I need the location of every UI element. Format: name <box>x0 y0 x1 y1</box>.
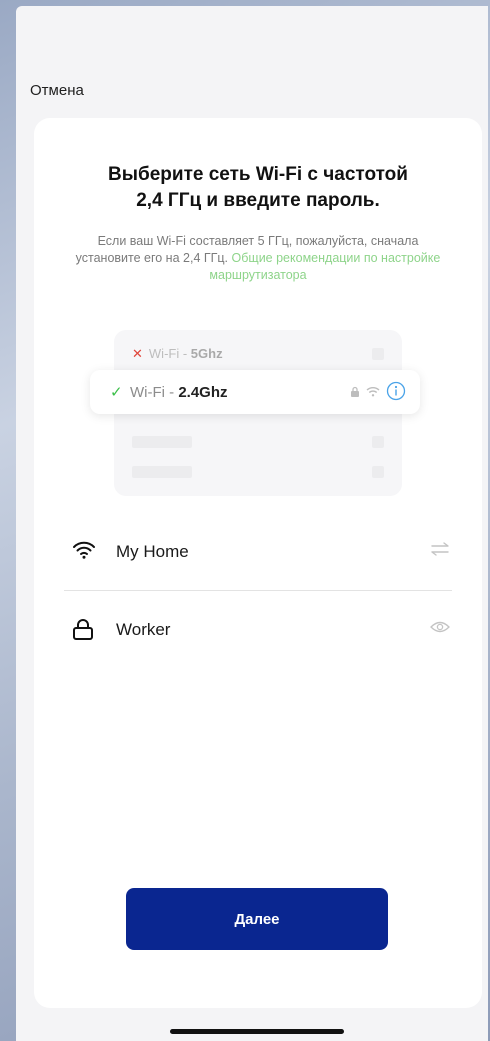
password-value: Worker <box>116 620 171 639</box>
lock-icon <box>351 386 359 397</box>
wifi-signal-icon <box>366 386 380 396</box>
switch-network-icon[interactable] <box>430 542 450 556</box>
network-24ghz-band: 2.4Ghz <box>178 384 228 401</box>
network-24ghz-example: ✓ Wi-Fi - 2.4Ghz <box>90 370 420 414</box>
instructions-text: Если ваш Wi-Fi составляет 5 ГГц, пожалуй… <box>64 233 452 284</box>
network-5ghz-prefix: Wi-Fi - <box>148 346 191 361</box>
password-field[interactable]: Worker <box>64 608 452 648</box>
placeholder-bar <box>132 436 192 448</box>
router-guide-link[interactable]: Общие рекомендации по настройке маршрути… <box>209 251 440 282</box>
checkmark-icon: ✓ <box>110 384 123 401</box>
info-icon <box>386 381 406 401</box>
network-name-field[interactable]: My Home <box>64 530 452 570</box>
placeholder-icon <box>372 348 384 360</box>
cancel-button[interactable]: Отмена <box>30 82 84 99</box>
home-indicator <box>170 1029 344 1034</box>
app-screen: Отмена Выберите сеть Wi-Fi с частотой 2,… <box>16 6 488 1041</box>
placeholder-icon <box>372 466 384 478</box>
title-line-1: Выберите сеть Wi-Fi с частотой <box>108 164 408 185</box>
lock-icon <box>73 619 93 640</box>
page-title: Выберите сеть Wi-Fi с частотой 2,4 ГГц и… <box>34 162 482 214</box>
wifi-setup-card: Выберите сеть Wi-Fi с частотой 2,4 ГГц и… <box>34 118 482 1008</box>
network-name-value: My Home <box>116 542 189 561</box>
cross-icon: ✕ <box>132 346 143 361</box>
placeholder-icon <box>372 436 384 448</box>
network-24ghz-prefix: Wi-Fi - <box>130 384 179 401</box>
eye-icon[interactable] <box>430 620 450 634</box>
network-5ghz-band: 5Ghz <box>190 346 223 361</box>
placeholder-bar <box>132 466 192 478</box>
title-line-2: 2,4 ГГц и введите пароль. <box>136 190 380 211</box>
network-24ghz-label: Wi-Fi - 2.4Ghz <box>130 384 228 401</box>
field-divider <box>64 590 452 591</box>
network-5ghz-example: ✕ Wi-Fi - 5Ghz <box>132 346 223 362</box>
wifi-icon <box>73 541 95 559</box>
next-button[interactable]: Далее <box>126 888 388 950</box>
